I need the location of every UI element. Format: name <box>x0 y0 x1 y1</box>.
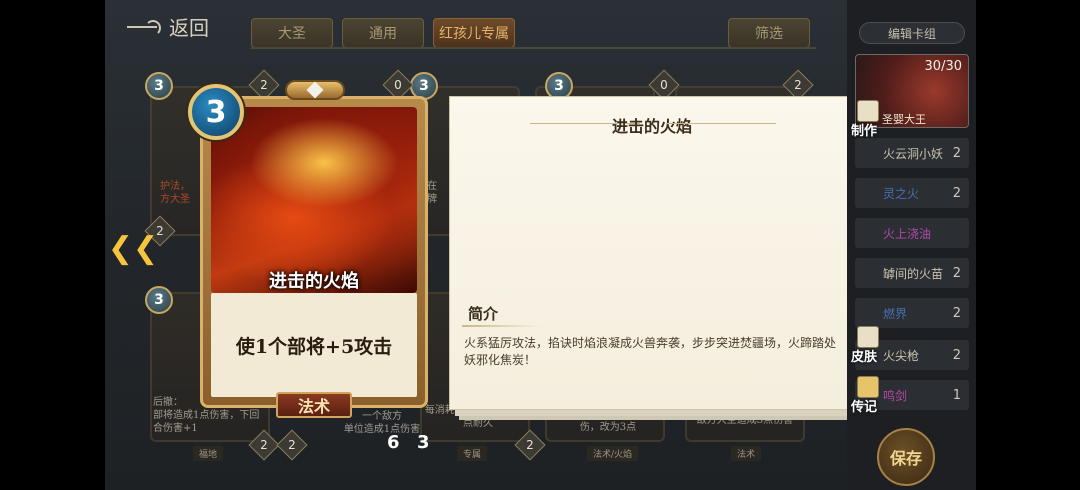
card-count: 0 <box>660 78 668 92</box>
biography-icon[interactable] <box>857 376 879 398</box>
card-tag: 专属 <box>457 446 488 461</box>
card-count-badge: 2 <box>514 429 546 461</box>
card-description-box: 使1个部将+5攻击 <box>211 293 417 397</box>
card-count: 2 <box>260 438 268 452</box>
deck-item-label: 鸣剑 <box>883 388 908 403</box>
card-description: 使1个部将+5攻击 <box>235 335 393 358</box>
card-text: 敌方大圣造成3点伤害 <box>696 415 794 426</box>
craft-icon[interactable] <box>857 100 879 122</box>
card-count: 2 <box>526 438 534 452</box>
deck-item-label: 罅间的火苗 <box>883 266 944 281</box>
intro-underline <box>462 325 542 327</box>
card-text: 成2点伤害，若目标未受伤，改为3点 <box>554 409 662 433</box>
craft-button[interactable]: 制作 <box>851 120 877 139</box>
deck-item-label: 燃界 <box>883 306 908 321</box>
edit-deck-header[interactable]: 编辑卡组 <box>859 22 965 44</box>
card-type: 法术 <box>276 392 352 418</box>
deck-list-item[interactable]: 罅间的火苗 2 <box>855 258 969 288</box>
card-count-badge: 2 <box>276 429 308 461</box>
card-cost-badge: 3 <box>145 286 173 314</box>
featured-card[interactable]: 进击的火焰 使1个部将+5攻击 3 法术 <box>188 80 430 418</box>
deck-item-label: 灵之火 <box>883 186 920 201</box>
deck-item-count: 2 <box>952 305 961 321</box>
attack-value: 6 <box>387 432 400 453</box>
deck-item-label: 火上浇油 <box>883 226 932 241</box>
save-button[interactable]: 保存 <box>877 428 935 486</box>
skin-icon[interactable] <box>857 326 879 348</box>
filter-button[interactable]: 筛选 <box>728 18 810 48</box>
card-artwork <box>211 107 417 293</box>
durability-value: 3 <box>417 432 430 453</box>
deck-list-item[interactable]: 火云洞小妖 2 <box>855 138 969 168</box>
deck-list-item[interactable]: 燃界 2 <box>855 298 969 328</box>
detail-title: 进击的火焰 <box>611 117 692 136</box>
tab-red-boy-exclusive[interactable]: 红孩儿专属 <box>433 18 515 48</box>
tabs-divider <box>251 47 816 49</box>
back-label: 返回 <box>169 16 209 40</box>
card-frame: 进击的火焰 使1个部将+5攻击 <box>200 96 428 408</box>
prev-page-arrow-icon[interactable]: ❮❮ <box>108 228 158 268</box>
intro-text: 火系猛厉攻法，掐诀时焰浪凝成火兽奔袭，步步突进焚疆场，火蹄踏处妖邪化焦炭！ <box>464 336 837 367</box>
tab-general[interactable]: 通用 <box>342 18 424 48</box>
deck-card-count: 30/30 <box>924 59 962 74</box>
title-ornament-right <box>666 123 776 124</box>
letterbox-left <box>0 0 105 490</box>
deck-item-label: 火尖枪 <box>883 348 920 363</box>
card-detail-panel: 进击的火焰 简介 火系猛厉攻法，掐诀时焰浪凝成火兽奔袭，步步突进焚疆场，火蹄踏处… <box>449 96 855 410</box>
deck-list-item[interactable]: 灵之火 2 <box>855 178 969 208</box>
deck-item-count: 2 <box>952 145 961 161</box>
card-name: 进击的火焰 <box>269 271 359 292</box>
card-crest-icon <box>285 80 345 100</box>
deck-item-count: 1 <box>952 387 961 403</box>
intro-heading: 简介 <box>468 305 499 323</box>
deck-item-label: 火云洞小妖 <box>883 146 944 161</box>
deck-item-count: 2 <box>952 347 961 363</box>
card-cost-badge: 3 <box>145 72 173 100</box>
letterbox-right <box>976 0 1080 490</box>
card-tag: 法术/火焰 <box>587 446 639 461</box>
deck-panel: 编辑卡组 30/30 圣婴大王 火云洞小妖 2 灵之火 2 火上浇油 罅间的火苗… <box>847 0 976 490</box>
deck-item-count: 2 <box>952 185 961 201</box>
skin-button[interactable]: 皮肤 <box>851 346 877 365</box>
card-category-tabs: 大圣 通用 红孩儿专属 <box>251 18 515 48</box>
card-count: 2 <box>288 438 296 452</box>
card-tag: 法术 <box>731 446 762 461</box>
card-tag: 福地 <box>193 446 224 461</box>
card-count-badge: 2 <box>248 429 280 461</box>
tab-dasheng[interactable]: 大圣 <box>251 18 333 48</box>
deck-list-item[interactable]: 火上浇油 <box>855 218 969 248</box>
hero-name: 圣婴大王 <box>882 113 926 126</box>
back-button[interactable]: 返回 <box>127 12 209 41</box>
back-arrow-icon <box>127 19 161 36</box>
biography-button[interactable]: 传记 <box>851 396 877 415</box>
deck-item-count: 2 <box>952 265 961 281</box>
card-count: 2 <box>794 78 802 92</box>
card-cost: 3 <box>188 84 244 140</box>
game-screen: 返回 大圣 通用 红孩儿专属 筛选 3 2 3 0 3 0 2 护法， 方大圣 … <box>105 0 976 490</box>
